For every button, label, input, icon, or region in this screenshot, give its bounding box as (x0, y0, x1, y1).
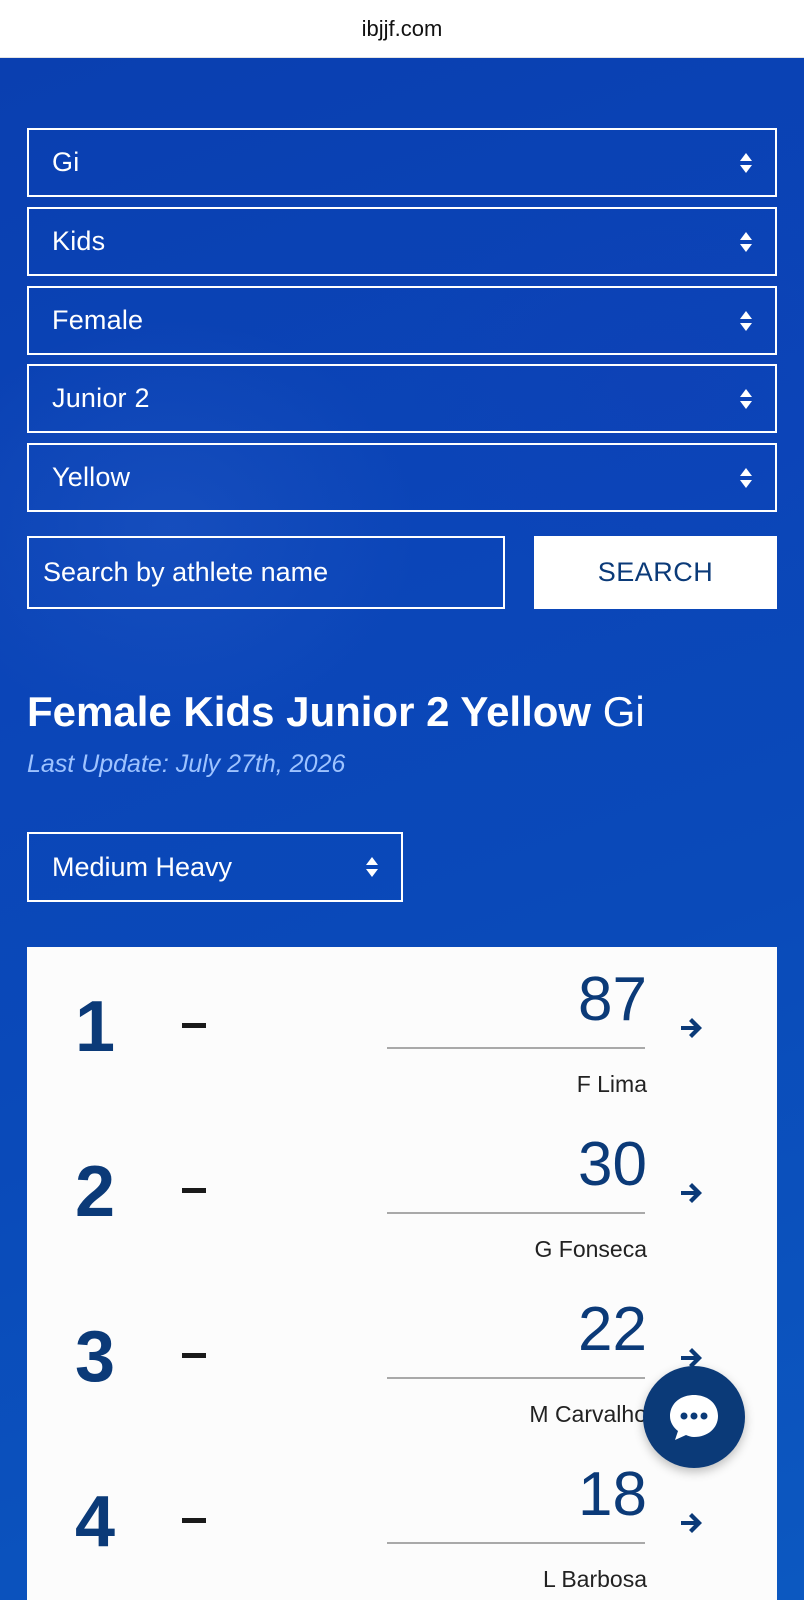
points-divider (387, 1542, 645, 1544)
division-select[interactable]: Junior 2 (27, 364, 777, 433)
rank-change-dash (182, 1023, 206, 1028)
rank-number: 1 (75, 987, 116, 1067)
page-title-category: Female Kids Junior 2 Yellow (27, 688, 592, 735)
up-down-caret-icon (739, 152, 753, 174)
athlete-name: F Lima (576, 1071, 647, 1097)
points-divider (387, 1047, 645, 1049)
uniform-select-value: Gi (52, 147, 80, 177)
up-down-caret-icon (365, 856, 379, 878)
athlete-points: 30 (578, 1130, 647, 1199)
browser-url-bar[interactable]: ibjjf.com (0, 0, 804, 58)
athlete-points: 22 (578, 1295, 647, 1364)
weight-class-select[interactable]: Medium Heavy (27, 832, 403, 902)
rank-number: 2 (75, 1152, 116, 1232)
athlete-name: L Barbosa (543, 1566, 647, 1592)
ranking-row[interactable]: 1 87 F Lima (27, 947, 777, 1112)
last-update-text: Last Update: July 27th, 2026 (27, 750, 346, 778)
athlete-points: 18 (578, 1460, 647, 1529)
ranking-row[interactable]: 2 30 G Fonseca (27, 1112, 777, 1277)
age-group-select[interactable]: Kids (27, 207, 777, 276)
search-button[interactable]: SEARCH (534, 536, 777, 609)
athlete-name: G Fonseca (534, 1236, 648, 1262)
rank-change-dash (182, 1518, 206, 1523)
page-title-uniform: Gi (602, 688, 645, 735)
chat-bubble-icon (666, 1389, 722, 1445)
up-down-caret-icon (739, 231, 753, 253)
rank-number: 4 (75, 1482, 116, 1562)
athlete-search-input[interactable]: Search by athlete name (27, 536, 505, 609)
gender-select[interactable]: Female (27, 286, 777, 355)
athlete-points: 87 (578, 965, 647, 1034)
arrow-right-icon[interactable] (678, 1510, 704, 1536)
rank-change-dash (182, 1188, 206, 1193)
chat-button[interactable] (643, 1366, 745, 1468)
url-text: ibjjf.com (361, 15, 443, 41)
gender-select-value: Female (52, 305, 144, 335)
arrow-right-icon[interactable] (678, 1015, 704, 1041)
athlete-name: M Carvalho (529, 1401, 647, 1427)
age-group-select-value: Kids (52, 226, 106, 256)
belt-select[interactable]: Yellow (27, 443, 777, 512)
belt-select-value: Yellow (52, 462, 131, 492)
ranking-list: 1 87 F Lima 2 30 G Fonseca 3 22 M Carval… (27, 947, 777, 1600)
rank-change-dash (182, 1353, 206, 1358)
athlete-search-placeholder: Search by athlete name (43, 557, 329, 587)
weight-class-select-value: Medium Heavy (52, 851, 233, 882)
points-divider (387, 1212, 645, 1214)
up-down-caret-icon (739, 388, 753, 410)
uniform-select[interactable]: Gi (27, 128, 777, 197)
ranking-row[interactable]: 4 18 L Barbosa (27, 1442, 777, 1600)
page-title: Female Kids Junior 2 Yellow Gi (27, 686, 645, 738)
up-down-caret-icon (739, 467, 753, 489)
points-divider (387, 1377, 645, 1379)
up-down-caret-icon (739, 310, 753, 332)
arrow-right-icon[interactable] (678, 1180, 704, 1206)
division-select-value: Junior 2 (52, 383, 150, 413)
rank-number: 3 (75, 1317, 116, 1397)
